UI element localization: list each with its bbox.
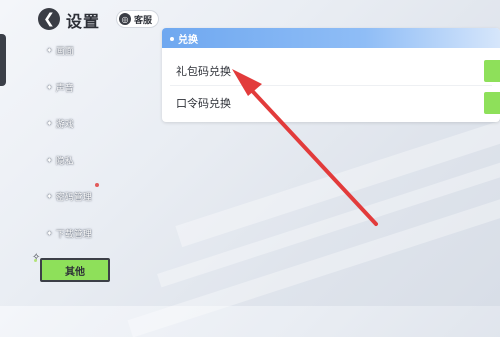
annotation-arrow xyxy=(232,69,378,226)
